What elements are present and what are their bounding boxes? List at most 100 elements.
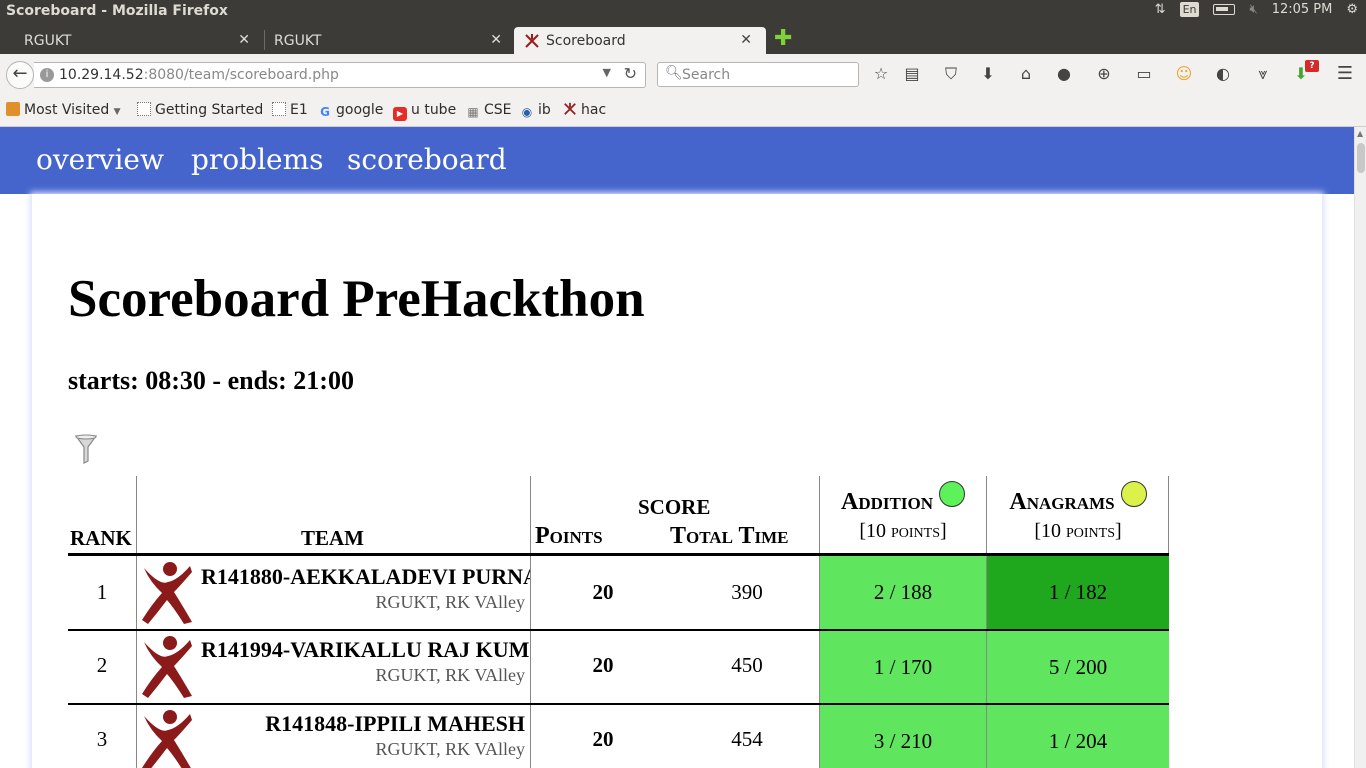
os-top-bar: Scoreboard - Mozilla Firefox ⇅ En 🔇︎ 12:… — [0, 0, 1366, 24]
network-icon[interactable]: ⇅ — [1155, 2, 1166, 17]
history-dropdown-icon[interactable]: ▼ — [603, 66, 611, 79]
screen-icon[interactable]: ▭ — [1133, 64, 1155, 86]
most-visited-icon — [6, 102, 20, 116]
team-affiliation: RGUKT, RK VAlley — [375, 665, 525, 685]
site-info-icon[interactable]: i — [40, 68, 54, 82]
problem-result-cell[interactable]: 2 / 188 — [820, 556, 986, 629]
close-tab-icon[interactable]: ✕ — [740, 32, 752, 48]
bookmark-label: E1 — [290, 102, 308, 118]
total-time-cell: 450 — [731, 653, 763, 677]
bookmark-getting-started[interactable]: Getting Started — [137, 102, 263, 118]
team-name[interactable]: R141848-IPPILI MAHESH — [201, 711, 525, 737]
eye-icon: ◉ — [521, 105, 533, 119]
header-total-time: Total Time — [670, 523, 789, 549]
settings-gear-icon[interactable]: ⚙ — [1346, 2, 1358, 17]
vertical-scrollbar[interactable]: ▲ — [1354, 127, 1366, 768]
scroll-up-arrow-icon[interactable]: ▲ — [1357, 129, 1363, 138]
team-logo-icon — [140, 634, 195, 700]
bookmark-star-icon[interactable]: ☆ — [870, 64, 892, 86]
problem-header-addition[interactable]: Addition [10 points] — [820, 481, 986, 543]
youtube-icon: ▶ — [393, 107, 407, 121]
keyboard-language-indicator[interactable]: En — [1179, 2, 1200, 17]
bookmark-google[interactable]: Ggoogle — [318, 102, 383, 119]
rank-cell: 3 — [96, 727, 108, 751]
downloads-icon[interactable]: ⬇ — [977, 64, 999, 86]
filter-icon[interactable] — [74, 434, 98, 464]
points-cell: 20 — [592, 653, 614, 677]
page-title: Scoreboard PreHackthon — [68, 270, 645, 328]
search-icon: 🔍︎ — [665, 65, 683, 81]
close-tab-icon[interactable]: ✕ — [238, 32, 250, 48]
total-time-cell: 390 — [731, 580, 763, 604]
bookmark-youtube[interactable]: ▶ u tube — [393, 102, 456, 121]
problem-points: [10 points] — [1034, 520, 1122, 542]
domjudge-icon — [563, 102, 577, 116]
chat-icon[interactable]: ● — [1053, 64, 1075, 86]
rank-cell: 1 — [96, 580, 108, 604]
reload-icon[interactable]: ↻ — [624, 64, 637, 83]
search-input[interactable] — [682, 64, 852, 85]
problem-header-anagrams[interactable]: Anagrams [10 points] — [987, 481, 1169, 543]
url-host: 10.29.14.52 — [59, 67, 144, 83]
bookmarks-toolbar: Most Visited ▼ Getting Started E1 Ggoogl… — [0, 94, 1366, 127]
points-cell: 20 — [592, 580, 614, 604]
problem-result-cell[interactable]: 1 / 204 — [987, 705, 1169, 768]
bookmark-hac[interactable]: hac — [563, 102, 606, 118]
total-time-cell: 454 — [731, 727, 763, 751]
new-tab-button[interactable]: ✚ — [774, 28, 792, 50]
nav-link-scoreboard[interactable]: scoreboard — [347, 143, 507, 176]
nav-link-overview[interactable]: overview — [36, 143, 164, 176]
filter-addon-icon[interactable]: ⩔ — [1252, 64, 1274, 86]
home-icon[interactable]: ⌂ — [1015, 64, 1037, 86]
team-name[interactable]: R141880-AEKKALADEVI PURNA — [201, 564, 530, 590]
site-navigation: overview problems scoreboard — [0, 127, 1354, 194]
problem-result-cell[interactable]: 5 / 200 — [987, 631, 1169, 703]
bookmark-most-visited[interactable]: Most Visited ▼ — [6, 102, 121, 118]
bookmark-ib[interactable]: ◉ ib — [520, 102, 551, 119]
tab-scoreboard[interactable]: Scoreboard ✕ — [514, 27, 766, 54]
chevron-down-icon: ▼ — [113, 107, 121, 117]
bookmarks-menu-icon[interactable]: ▤ — [901, 64, 923, 86]
tab-label: Scoreboard — [546, 33, 626, 49]
smiley-icon[interactable]: ☺ — [1173, 64, 1195, 86]
page-icon — [272, 102, 286, 116]
navigation-toolbar: ← i 10.29.14.52:8080/team/scoreboard.php… — [0, 54, 1366, 94]
column-divider — [530, 476, 531, 768]
problem-result-cell[interactable]: 1 / 170 — [820, 631, 986, 703]
back-button[interactable]: ← — [6, 61, 34, 89]
team-logo-icon — [140, 708, 195, 768]
header-team: team — [301, 526, 364, 550]
battery-icon[interactable] — [1213, 4, 1236, 15]
clock[interactable]: 12:05 PM — [1272, 2, 1333, 17]
nav-link-problems[interactable]: problems — [191, 143, 324, 176]
tab-rgukt-2[interactable]: RGUKT ✕ — [250, 27, 516, 54]
system-tray: ⇅ En 🔇︎ 12:05 PM ⚙ — [1155, 2, 1358, 17]
team-name[interactable]: R141994-VARIKALLU RAJ KUM — [201, 637, 530, 663]
bookmark-e1[interactable]: E1 — [272, 102, 308, 118]
problem-points: [10 points] — [859, 520, 947, 542]
bookmark-label: google — [336, 102, 384, 118]
page-icon — [137, 102, 151, 116]
balloon-icon — [938, 481, 965, 507]
url-text[interactable]: 10.29.14.52:8080/team/scoreboard.php — [59, 67, 339, 83]
balloon-icon — [1120, 481, 1147, 507]
google-icon: G — [320, 105, 330, 119]
problem-result-cell[interactable]: 3 / 210 — [820, 705, 986, 768]
download-helper-icon[interactable]: ⊕ — [1093, 64, 1115, 86]
globe-icon[interactable]: ◐ — [1212, 64, 1234, 86]
problem-result-cell[interactable]: 1 / 182 — [987, 556, 1169, 629]
search-box[interactable]: 🔍︎ — [657, 62, 859, 87]
bookmark-cse[interactable]: ▦ CSE — [466, 102, 511, 119]
bookmark-label: Getting Started — [155, 102, 264, 118]
hamburger-menu-icon[interactable]: ☰ — [1334, 64, 1356, 86]
close-tab-icon[interactable]: ✕ — [490, 32, 502, 48]
pocket-icon[interactable]: ⛉ — [940, 64, 962, 86]
bookmark-label: ib — [538, 102, 551, 118]
tab-rgukt-1[interactable]: RGUKT ✕ — [0, 27, 264, 54]
page-viewport: overview problems scoreboard Scoreboard … — [0, 127, 1354, 768]
scrollbar-thumb[interactable] — [1357, 143, 1365, 173]
volume-icon[interactable]: 🔇︎ — [1249, 2, 1257, 17]
url-bar[interactable]: i 10.29.14.52:8080/team/scoreboard.php ▼… — [34, 62, 646, 88]
tab-label: RGUKT — [24, 33, 72, 49]
header-score: score — [638, 495, 711, 519]
